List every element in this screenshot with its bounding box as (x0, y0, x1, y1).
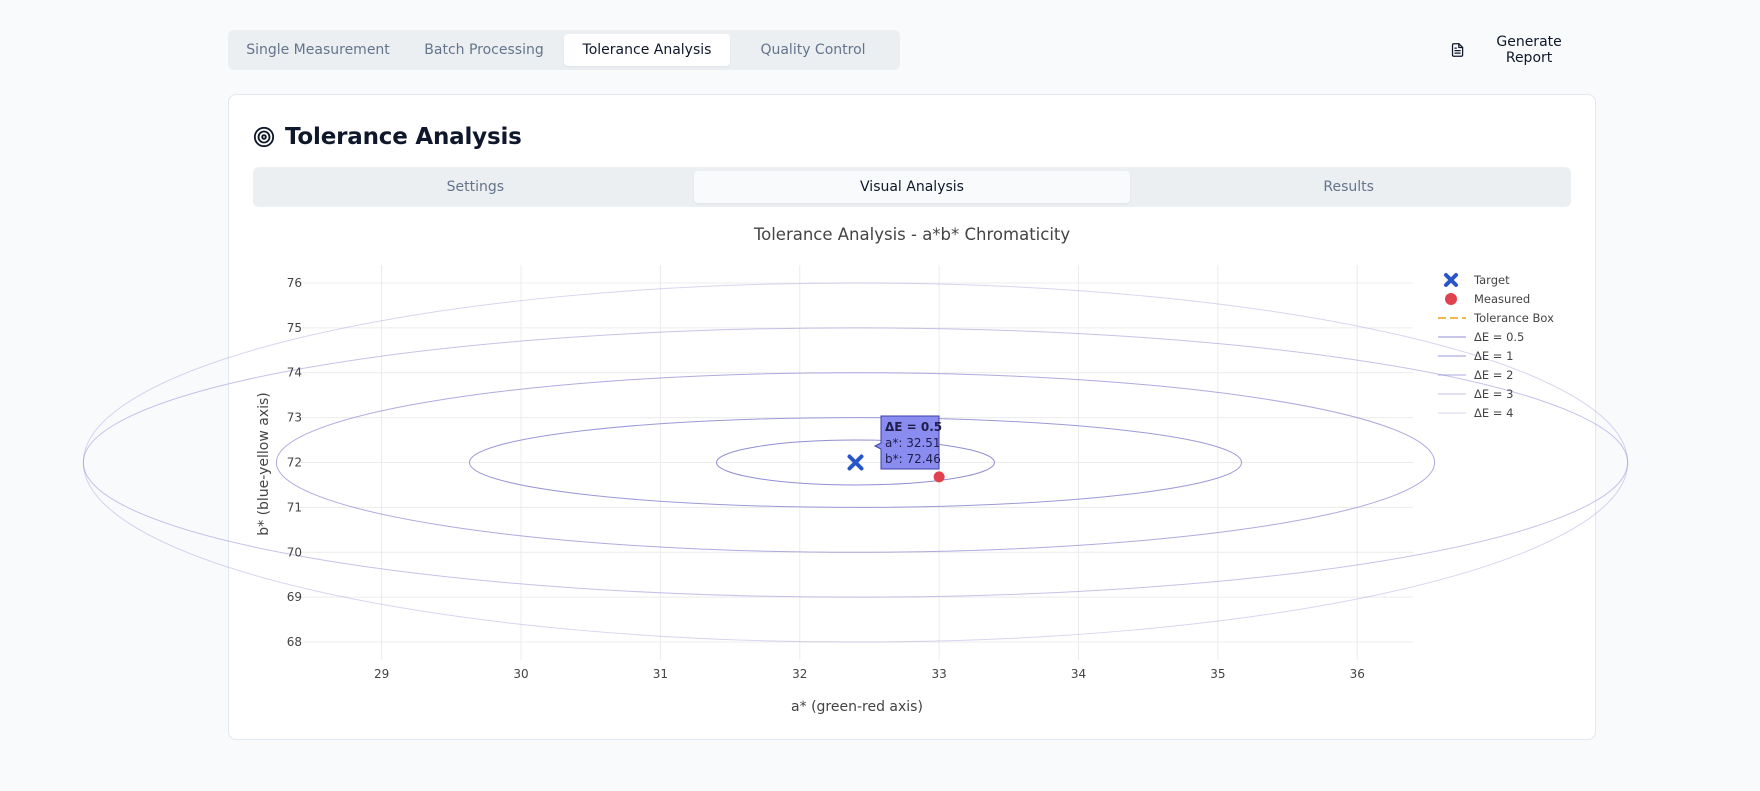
tab-batch-processing[interactable]: Batch Processing (404, 34, 564, 66)
tolerance-analysis-card: Tolerance Analysis Settings Visual Analy… (228, 94, 1596, 740)
generate-report-label: Generate Report (1496, 34, 1562, 66)
subtab-settings[interactable]: Settings (257, 171, 694, 203)
tab-tolerance-analysis[interactable]: Tolerance Analysis (564, 34, 730, 66)
analysis-subtab-bar: Settings Visual Analysis Results (253, 167, 1571, 207)
tab-quality-control[interactable]: Quality Control (730, 34, 896, 66)
subtab-visual-analysis[interactable]: Visual Analysis (693, 171, 1131, 203)
tab-single-measurement[interactable]: Single Measurement (232, 34, 404, 66)
card-title: Tolerance Analysis (285, 124, 522, 150)
subtab-results[interactable]: Results (1130, 171, 1567, 203)
target-icon (253, 126, 275, 148)
generate-report-button[interactable]: Generate Report (1440, 30, 1590, 70)
card-header: Tolerance Analysis (253, 117, 522, 157)
file-text-icon (1451, 43, 1464, 57)
top-tab-bar: Single Measurement Batch Processing Tole… (228, 30, 900, 70)
